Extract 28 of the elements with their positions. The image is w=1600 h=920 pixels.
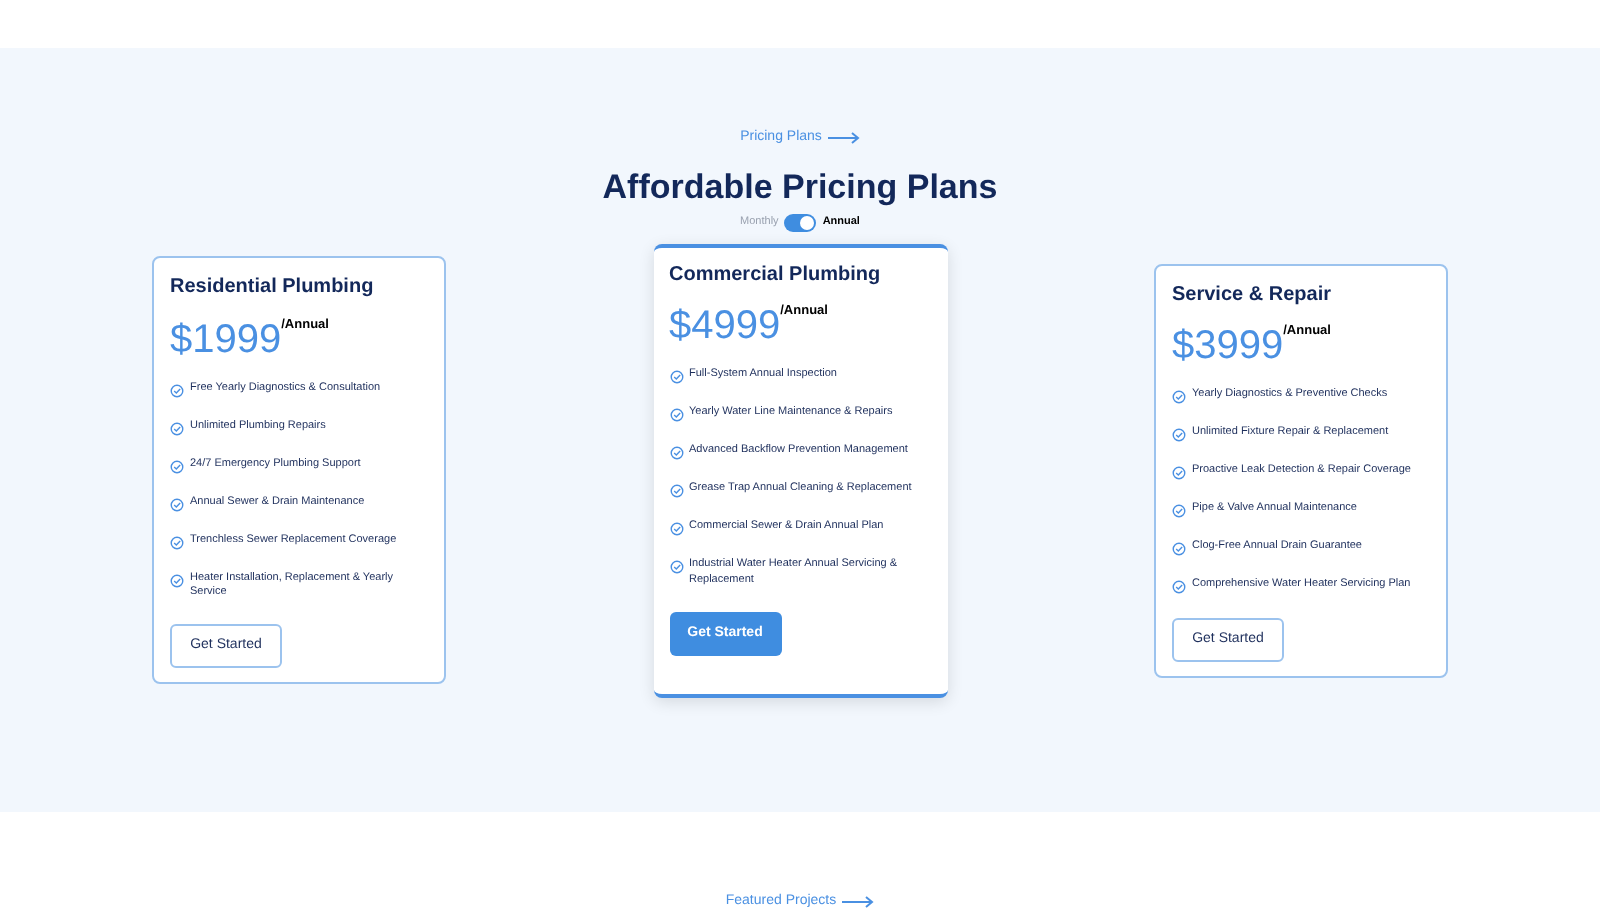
check-icon: [1172, 504, 1186, 518]
page-title: Affordable Pricing Plans: [602, 165, 998, 208]
plan-price: $3999: [1172, 326, 1284, 366]
check-icon: [1172, 542, 1186, 556]
check-icon: [669, 446, 683, 461]
check-icon: [170, 421, 184, 436]
arrow-icon: [827, 132, 860, 145]
check-icon: [1172, 428, 1186, 442]
check-icon: [669, 408, 683, 423]
check-icon: [170, 535, 184, 550]
plan-name: Commercial Plumbing: [669, 263, 883, 289]
check-icon: [669, 370, 683, 385]
billing-toggle[interactable]: [784, 213, 817, 232]
arrow-icon: [842, 895, 875, 908]
plan-name: Service & Repair: [1172, 283, 1333, 308]
check-icon: [669, 522, 683, 537]
check-icon: [170, 383, 184, 398]
check-icon: [669, 484, 683, 499]
plan-price: $1999: [170, 319, 282, 360]
check-icon: [170, 573, 184, 588]
check-icon: [1172, 390, 1186, 404]
plan-price: $4999: [669, 306, 781, 347]
check-icon: [1172, 466, 1186, 480]
plan-name: Residential Plumbing: [170, 276, 376, 302]
check-icon: [170, 497, 184, 512]
check-icon: [1172, 580, 1186, 594]
check-icon: [170, 459, 184, 474]
check-icon: [669, 560, 683, 575]
